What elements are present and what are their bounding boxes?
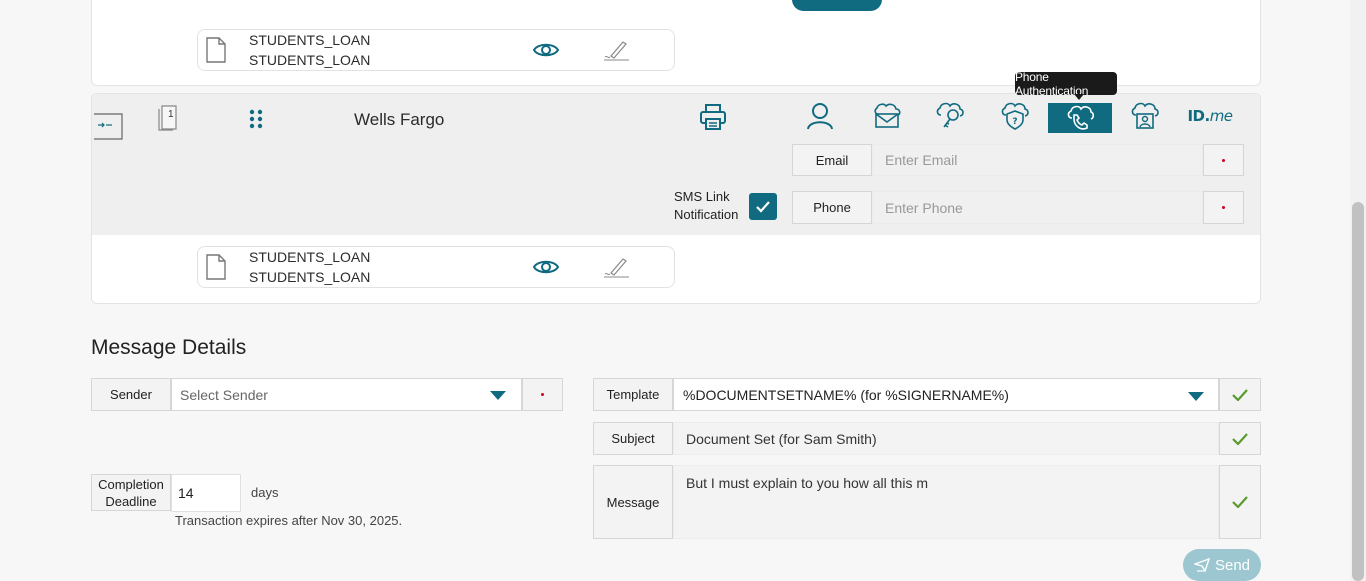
subject-label: Subject bbox=[593, 422, 673, 455]
completion-deadline-label: Completion Deadline bbox=[91, 474, 171, 511]
check-icon bbox=[1232, 432, 1248, 445]
document-row: STUDENTS_LOAN STUDENTS_LOAN bbox=[197, 246, 675, 288]
template-select-value: %DOCUMENTSETNAME% (for %SIGNERNAME%) bbox=[683, 386, 1009, 403]
sender-label: Sender bbox=[91, 378, 171, 411]
auth-knowledge-question-icon[interactable]: ? bbox=[983, 101, 1047, 131]
auth-idme-icon[interactable]: ID.me bbox=[1178, 101, 1242, 131]
auth-phone-icon[interactable] bbox=[1048, 103, 1112, 133]
document-icon bbox=[205, 37, 227, 68]
phone-authentication-tooltip: Phone Authentication bbox=[1015, 70, 1117, 98]
phone-required-indicator bbox=[1203, 191, 1244, 224]
signer-name: Wells Fargo bbox=[354, 110, 445, 129]
document-name: STUDENTS_LOAN bbox=[249, 32, 371, 48]
check-icon bbox=[1232, 496, 1248, 508]
auth-id-verification-icon[interactable] bbox=[1113, 101, 1177, 131]
email-label: Email bbox=[792, 144, 872, 176]
phone-label: Phone bbox=[792, 191, 872, 224]
auth-email-icon[interactable] bbox=[855, 101, 919, 131]
signing-order-icon[interactable]: 1 bbox=[158, 103, 182, 136]
signing-order-number: 1 bbox=[168, 109, 174, 120]
message-valid-indicator bbox=[1219, 465, 1261, 539]
eye-icon[interactable] bbox=[532, 41, 560, 64]
eye-icon[interactable] bbox=[532, 258, 560, 281]
document-row: STUDENTS_LOAN STUDENTS_LOAN bbox=[197, 29, 675, 71]
sender-required-indicator bbox=[522, 378, 563, 411]
document-name-secondary: STUDENTS_LOAN bbox=[249, 269, 371, 285]
check-icon bbox=[1232, 388, 1248, 401]
printer-icon[interactable] bbox=[699, 103, 727, 136]
subject-input[interactable]: Document Set (for Sam Smith) bbox=[673, 422, 1219, 455]
sms-link-checkbox[interactable] bbox=[749, 193, 777, 220]
chevron-down-icon bbox=[1188, 392, 1204, 401]
deadline-unit: days bbox=[251, 485, 279, 500]
signer-login-icon[interactable] bbox=[92, 113, 124, 146]
document-icon bbox=[205, 254, 227, 285]
send-label: Send bbox=[1214, 556, 1251, 574]
idme-suffix: me bbox=[1209, 107, 1233, 125]
auth-no-authentication-icon[interactable] bbox=[788, 101, 852, 131]
sender-select-value: Select Sender bbox=[180, 386, 268, 403]
template-valid-indicator bbox=[1219, 378, 1261, 411]
previous-action-button[interactable] bbox=[792, 0, 882, 11]
email-field[interactable]: Enter Email bbox=[873, 144, 1203, 176]
message-textarea[interactable]: But I must explain to you how all this m bbox=[673, 465, 1219, 539]
expiry-text: Transaction expires after Nov 30, 2025. bbox=[175, 513, 403, 528]
checkmark-icon bbox=[756, 200, 770, 213]
sms-link-label: SMS Link Notification bbox=[674, 188, 738, 224]
email-required-indicator bbox=[1203, 144, 1244, 176]
sender-select[interactable]: Select Sender bbox=[171, 378, 522, 411]
template-label: Template bbox=[593, 378, 673, 411]
sms-link-label-line2: Notification bbox=[674, 207, 739, 222]
tooltip-arrow bbox=[1074, 94, 1084, 100]
drag-handle-icon[interactable] bbox=[249, 109, 263, 134]
auth-access-code-icon[interactable] bbox=[918, 101, 982, 131]
scrollbar-thumb[interactable] bbox=[1352, 202, 1364, 581]
subject-valid-indicator bbox=[1219, 422, 1261, 455]
completion-deadline-input[interactable]: 14 bbox=[171, 474, 241, 512]
send-icon bbox=[1193, 558, 1210, 572]
signature-pen-icon[interactable] bbox=[603, 38, 631, 67]
idme-label: ID. bbox=[1187, 107, 1210, 125]
svg-text:?: ? bbox=[1012, 117, 1017, 127]
chevron-down-icon bbox=[490, 391, 506, 400]
document-name: STUDENTS_LOAN bbox=[249, 249, 371, 265]
document-name-secondary: STUDENTS_LOAN bbox=[249, 52, 371, 68]
completion-deadline-label-line1: Completion bbox=[98, 476, 164, 492]
send-button[interactable]: Send bbox=[1183, 549, 1261, 581]
signature-pen-icon[interactable] bbox=[603, 255, 631, 284]
message-label: Message bbox=[593, 465, 673, 539]
phone-field[interactable]: Enter Phone bbox=[873, 191, 1203, 224]
template-select[interactable]: %DOCUMENTSETNAME% (for %SIGNERNAME%) bbox=[673, 378, 1219, 411]
completion-deadline-label-line2: Deadline bbox=[105, 493, 157, 509]
sms-link-label-line1: SMS Link bbox=[674, 189, 730, 204]
message-details-title: Message Details bbox=[91, 336, 247, 359]
